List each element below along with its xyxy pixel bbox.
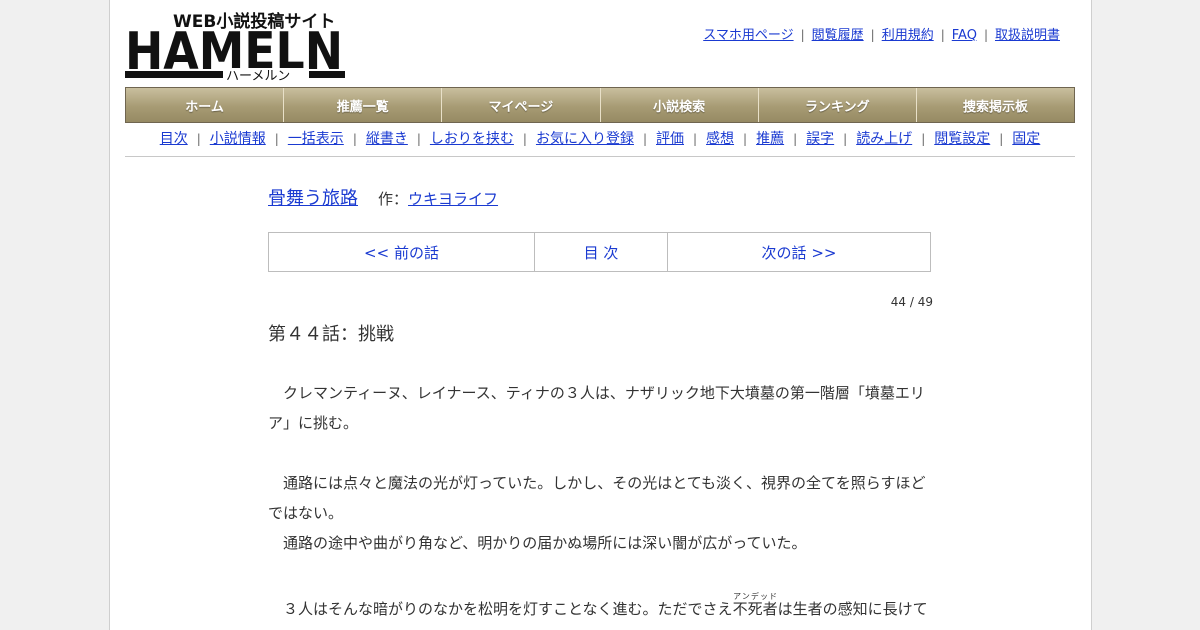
- nav-ranking[interactable]: ランキング: [758, 88, 917, 122]
- top-link-smartphone[interactable]: スマホ用ページ: [703, 28, 793, 43]
- subnav-vertical[interactable]: 縦書き: [366, 131, 408, 147]
- subnav-bookmark[interactable]: しおりを挟む: [430, 131, 514, 147]
- paragraph: ３人はそんな暗がりのなかを松明を灯すことなく進む。ただでさえ不死者アンデッドは生…: [268, 592, 928, 618]
- chapter-body: クレマンティーヌ、レイナース、ティナの３人は、ナザリック地下大墳墓の第一階層「墳…: [268, 378, 931, 624]
- logo-kana: ハーメルン: [226, 69, 290, 82]
- subnav-favorite[interactable]: お気に入り登録: [536, 131, 634, 147]
- nav-novel-search[interactable]: 小説検索: [600, 88, 759, 122]
- paragraph: 通路には点々と魔法の光が灯っていた。しかし、その光はとても淡く、視界の全てを照ら…: [268, 474, 926, 522]
- author-label: 作：: [378, 190, 409, 208]
- subnav-pin[interactable]: 固定: [1012, 131, 1040, 147]
- subnav-read-aloud[interactable]: 読み上げ: [856, 131, 912, 147]
- paragraph: 通路の途中や曲がり角など、明かりの届かぬ場所には深い闇が広がっていた。: [268, 534, 807, 552]
- subnav-view-settings[interactable]: 閲覧設定: [934, 131, 990, 147]
- top-link-manual[interactable]: 取扱説明書: [995, 28, 1060, 43]
- nav-recommendations[interactable]: 推薦一覧: [284, 88, 443, 122]
- novel-title-link[interactable]: 骨舞う旅路: [268, 188, 358, 209]
- chapter-title: 第４４話：挑戦: [268, 324, 394, 345]
- subnav-rate[interactable]: 評価: [656, 131, 684, 147]
- subnav-show-all[interactable]: 一括表示: [288, 131, 344, 147]
- subnav-novel-info[interactable]: 小説情報: [210, 131, 266, 147]
- subnav-toc[interactable]: 目次: [160, 131, 188, 147]
- nav-mypage[interactable]: マイページ: [442, 88, 601, 122]
- hameln-logo[interactable]: WEB小説投稿サイト HAMELN ハーメルン: [125, 10, 347, 84]
- paragraph: クレマンティーヌ、レイナース、ティナの３人は、ナザリック地下大墳墓の第一階層「墳…: [268, 384, 925, 432]
- top-link-history[interactable]: 閲覧履歴: [812, 28, 864, 43]
- prev-chapter-link[interactable]: << 前の話: [269, 233, 535, 271]
- chapter-pager: << 前の話 目 次 次の話 >>: [268, 232, 931, 272]
- global-nav: ホーム 推薦一覧 マイページ 小説検索 ランキング 捜索掲示板: [125, 87, 1075, 123]
- nav-home[interactable]: ホーム: [126, 88, 285, 122]
- novel-header: 骨舞う旅路 作：ウキヨライフ: [268, 184, 498, 210]
- top-links: スマホ用ページ | 閲覧履歴 | 利用規約 | FAQ | 取扱説明書: [703, 28, 1060, 43]
- novel-sub-nav: 目次 | 小説情報 | 一括表示 | 縦書き | しおりを挟む | お気に入り登録 | 評価 | 感想 | 推薦…: [125, 128, 1075, 157]
- ruby-annotation: 不死者アンデッド: [732, 592, 778, 618]
- author-link[interactable]: ウキヨライフ: [408, 190, 498, 208]
- toc-link[interactable]: 目 次: [535, 233, 668, 271]
- top-link-terms[interactable]: 利用規約: [882, 28, 934, 43]
- subnav-comments[interactable]: 感想: [706, 131, 734, 147]
- subnav-typo[interactable]: 誤字: [806, 131, 834, 147]
- subnav-recommend[interactable]: 推薦: [756, 131, 784, 147]
- next-chapter-link[interactable]: 次の話 >>: [668, 233, 930, 271]
- nav-search-board[interactable]: 捜索掲示板: [916, 88, 1075, 122]
- chapter-count: 44 / 49: [890, 295, 933, 309]
- top-link-faq[interactable]: FAQ: [952, 28, 977, 43]
